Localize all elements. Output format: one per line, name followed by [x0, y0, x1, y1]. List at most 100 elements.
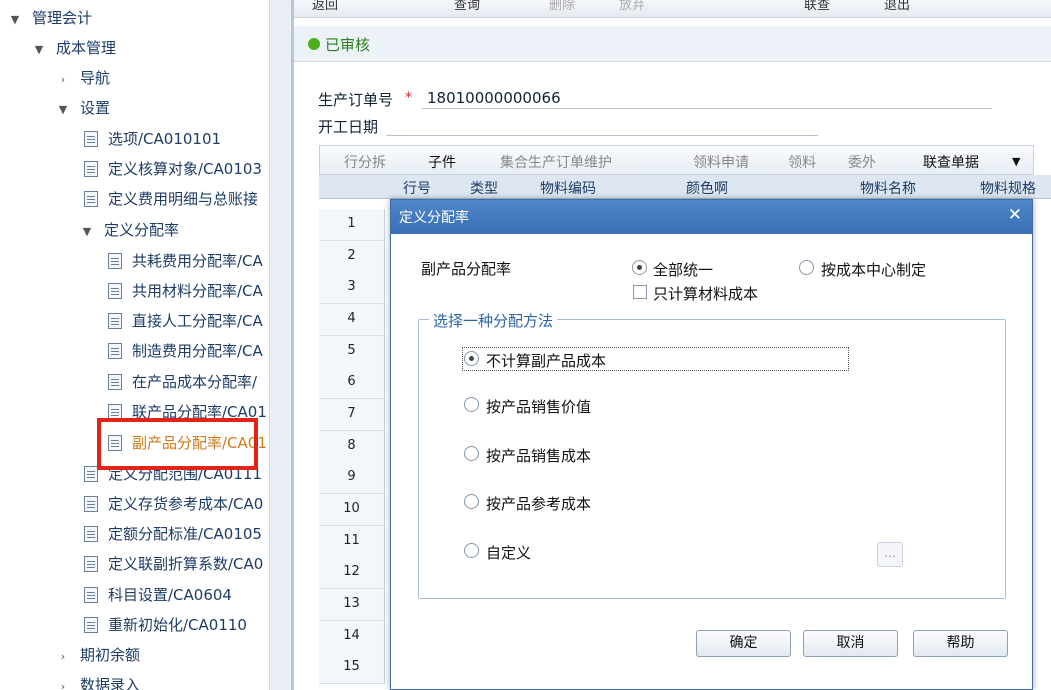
tree-leaf-label: 重新初始化/CA0110 [108, 616, 247, 634]
toolbar-discard-button[interactable]: 放弃 [619, 0, 645, 13]
document-icon [84, 496, 98, 512]
order-number-label: 生产订单号 [318, 91, 394, 109]
ok-button[interactable]: 确定 [696, 630, 791, 657]
toolbar-delete-button[interactable]: 删除 [549, 0, 575, 13]
col-header-row: 行号 [403, 181, 431, 197]
grid-toolbar: 行分拆 子件 集合生产订单维护 领料申请 领料 委外 联查单据 ▼ [319, 145, 1034, 175]
tab-components[interactable]: 子件 [428, 152, 456, 172]
tree-node-allocation-rates[interactable]: ▼ 定义分配率 [80, 217, 179, 243]
tab-outsource[interactable]: 委外 [848, 152, 876, 172]
pane-splitter[interactable] [270, 0, 294, 690]
radio-method-ref-cost[interactable] [464, 494, 479, 509]
row-number: 13 [319, 589, 385, 621]
toolbar-link-button[interactable]: 联查 [804, 0, 830, 13]
order-number-underline [422, 108, 992, 109]
tree-leaf-cost-objects[interactable]: 定义核算对象/CA0103 [84, 156, 262, 182]
highlight-annotation [97, 418, 258, 470]
tree-leaf-reinitialize[interactable]: 重新初始化/CA0110 [84, 612, 247, 638]
toolbar-return-button[interactable]: 返回 [312, 0, 338, 13]
start-date-field[interactable] [386, 135, 818, 136]
toolbar-exit-button[interactable]: 退出 [884, 0, 910, 13]
tree-leaf-label: 制造费用分配率/CA [132, 342, 263, 360]
document-icon [84, 526, 98, 542]
row-number: 8 [319, 431, 385, 463]
toolbar-query-button[interactable]: 查询 [454, 0, 480, 13]
cancel-button[interactable]: 取消 [803, 630, 898, 657]
tree-leaf-wip-rate[interactable]: 在产品成本分配率/ [108, 369, 257, 395]
tree-leaf-conversion-factor[interactable]: 定义联副折算系数/CA0 [84, 551, 263, 577]
tree-leaf-account-settings[interactable]: 科目设置/CA0604 [84, 582, 232, 608]
status-dot-icon [308, 38, 320, 50]
radio-method-sales-value[interactable] [464, 397, 479, 412]
radio-method-custom[interactable] [464, 543, 479, 558]
radio-method-sales-cost[interactable] [464, 446, 479, 461]
radio-method-ref-cost-label: 按产品参考成本 [486, 495, 592, 513]
tab-linked-docs[interactable]: 联查单据 [923, 152, 979, 172]
tree-leaf-overhead-rate[interactable]: 制造费用分配率/CA [108, 338, 263, 364]
radio-method-none-label: 不计算副产品成本 [486, 352, 607, 370]
tree-leaf-direct-labor-rate[interactable]: 直接人工分配率/CA [108, 308, 263, 334]
tree-leaf-label: 定义存货参考成本/CA0 [108, 495, 264, 513]
document-icon [108, 283, 122, 299]
col-header-material-code: 物料编码 [540, 181, 596, 197]
row-number: 3 [319, 272, 385, 304]
browse-button[interactable]: ... [877, 542, 903, 567]
tree-leaf-label: 科目设置/CA0604 [108, 586, 232, 604]
radio-method-none[interactable] [464, 351, 479, 366]
tree-node-cost-management[interactable]: ▼ 成本管理 [32, 35, 116, 61]
document-icon [108, 343, 122, 359]
tree-node-management-accounting[interactable]: ▼ 管理会计 [8, 5, 92, 31]
chevron-down-icon: ▼ [34, 43, 44, 56]
tree-leaf-inventory-ref-cost[interactable]: 定义存货参考成本/CA0 [84, 491, 263, 517]
document-icon [84, 161, 98, 177]
dialog-title-bar[interactable]: 定义分配率 ✕ [391, 200, 1032, 234]
order-number-field[interactable]: 18010000000066 [427, 89, 561, 107]
help-button[interactable]: 帮助 [913, 630, 1008, 657]
tree-leaf-shared-material-rate[interactable]: 共用材料分配率/CA [108, 278, 263, 304]
dialog-title: 定义分配率 [399, 210, 469, 226]
tree-leaf-label: 直接人工分配率/CA [132, 312, 263, 330]
document-icon [84, 556, 98, 572]
tree-leaf-expense-details[interactable]: 定义费用明细与总账接 [84, 186, 258, 212]
tree-node-data-entry[interactable]: › 数据录入 [56, 672, 140, 690]
order-form: 生产订单号 * 18010000000066 开工日期 [294, 62, 1051, 142]
status-text: 已审核 [325, 36, 371, 54]
dropdown-arrow-icon[interactable]: ▼ [1012, 155, 1020, 168]
chevron-right-icon: › [60, 73, 66, 86]
tree-leaf-label: 定额分配标准/CA0105 [108, 525, 262, 543]
row-number: 6 [319, 367, 385, 399]
status-bar: 已审核 [294, 26, 1051, 62]
checkbox-material-only[interactable] [633, 285, 647, 299]
tree-leaf-options[interactable]: 选项/CA010101 [84, 126, 221, 152]
navigation-tree: ▼ 管理会计 ▼ 成本管理 › 导航 ▼ 设置 选项/CA010101 定义核算对象/C… [0, 0, 270, 690]
required-marker: * [405, 90, 412, 106]
row-number: 7 [319, 399, 385, 431]
tree-node-settings[interactable]: ▼ 设置 [56, 95, 110, 121]
chevron-right-icon: › [60, 680, 66, 690]
tree-node-label: 定义分配率 [104, 221, 180, 239]
tab-row-split[interactable]: 行分拆 [344, 152, 386, 172]
close-icon[interactable]: ✕ [1008, 205, 1022, 225]
col-header-material-spec: 物料规格 [980, 181, 1036, 197]
tab-material-request[interactable]: 领料申请 [693, 152, 749, 172]
tree-leaf-shared-expense-rate[interactable]: 共耗费用分配率/CA [108, 248, 263, 274]
tree-node-opening-balance[interactable]: › 期初余额 [56, 642, 140, 668]
allocation-rate-dialog: 定义分配率 ✕ 副产品分配率 全部统一 按成本中心制定 只计算材料成本 选择一种… [390, 199, 1033, 690]
radio-unified[interactable] [632, 260, 647, 275]
row-number: 11 [319, 526, 385, 558]
tab-collection-order[interactable]: 集合生产订单维护 [500, 152, 612, 172]
tree-leaf-label: 定义费用明细与总账接 [108, 190, 259, 208]
radio-by-cost-center[interactable] [799, 260, 814, 275]
tree-node-navigation[interactable]: › 导航 [56, 65, 110, 91]
radio-unified-label: 全部统一 [653, 261, 714, 279]
tree-leaf-label: 共耗费用分配率/CA [132, 252, 263, 270]
row-number: 5 [319, 336, 385, 368]
tab-material-issue[interactable]: 领料 [788, 152, 816, 172]
row-number: 1 [319, 209, 385, 241]
document-icon [84, 191, 98, 207]
document-icon [84, 131, 98, 147]
tree-leaf-quota-standard[interactable]: 定额分配标准/CA0105 [84, 521, 262, 547]
tree-leaf-label: 定义核算对象/CA0103 [108, 160, 262, 178]
document-icon [84, 466, 98, 482]
tree-leaf-label: 选项/CA010101 [108, 130, 222, 148]
